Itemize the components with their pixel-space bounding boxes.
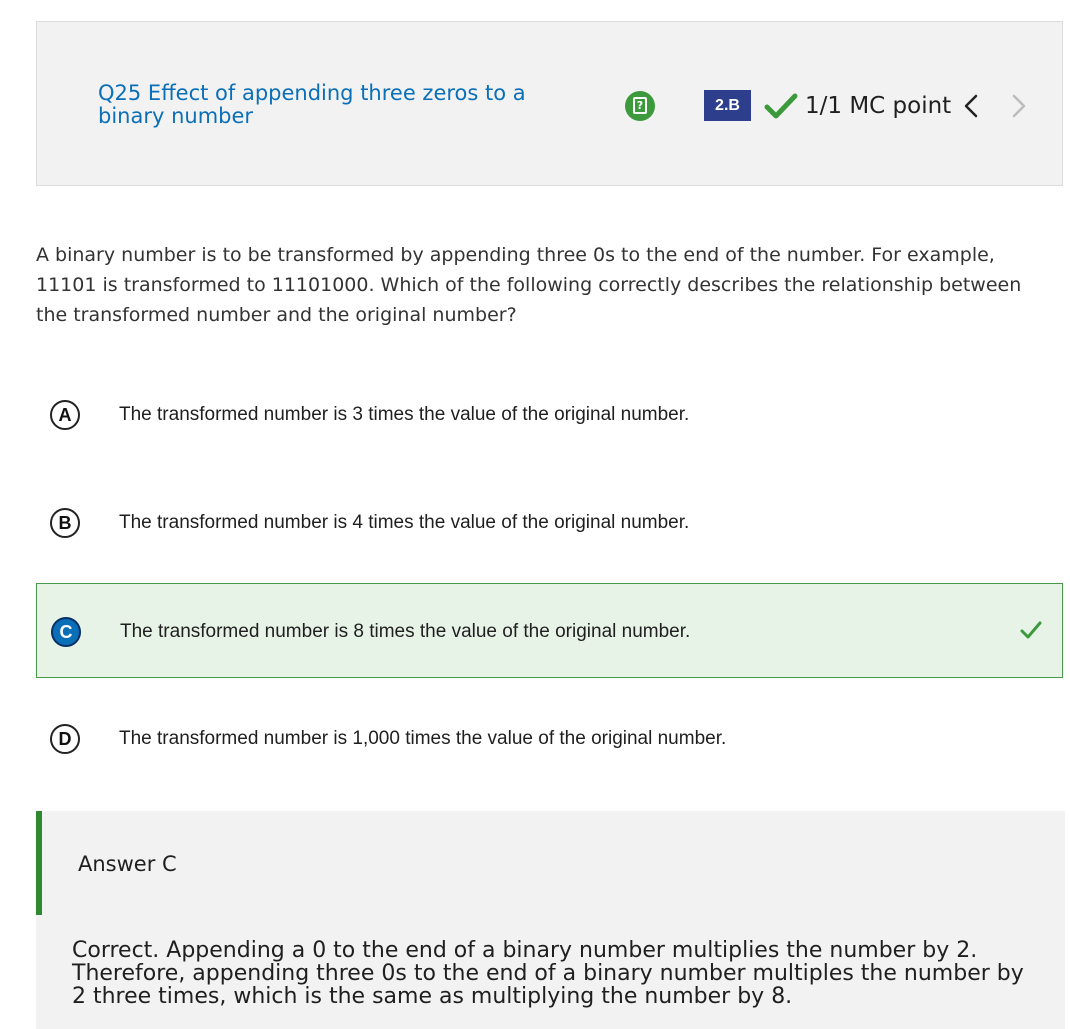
- explanation-text: Correct. Appending a 0 to the end of a b…: [72, 938, 1024, 1009]
- answer-label: Answer C: [78, 852, 177, 876]
- question-title: Q25 Effect of appending three zeros to a…: [98, 81, 526, 128]
- question-stem: A binary number is to be transformed by …: [36, 244, 1022, 326]
- choice-c[interactable]: C The transformed number is 8 times the …: [36, 583, 1063, 678]
- choice-letter: C: [51, 617, 81, 647]
- choice-b[interactable]: B The transformed number is 4 times the …: [36, 475, 1063, 570]
- choice-text: The transformed number is 4 times the va…: [119, 512, 690, 533]
- choice-letter: D: [50, 724, 80, 754]
- choice-text: The transformed number is 1,000 times th…: [119, 728, 727, 749]
- score-text: 1/1 MC point: [805, 93, 952, 119]
- choice-a[interactable]: A The transformed number is 3 times the …: [36, 367, 1063, 462]
- choice-letter: A: [50, 400, 80, 430]
- choice-letter: B: [50, 508, 80, 538]
- skill-badge: 2.B: [704, 90, 751, 121]
- answer-explanation-panel: Answer C Correct. Appending a 0 to the e…: [36, 811, 1065, 1029]
- correct-check-icon: [1020, 621, 1042, 639]
- next-question-icon[interactable]: [1009, 92, 1029, 120]
- help-note-icon[interactable]: ?: [625, 91, 655, 121]
- check-icon: [764, 93, 798, 119]
- choice-text: The transformed number is 3 times the va…: [119, 404, 690, 425]
- choice-d[interactable]: D The transformed number is 1,000 times …: [36, 691, 1063, 786]
- previous-question-icon[interactable]: [961, 92, 981, 120]
- choice-text: The transformed number is 8 times the va…: [120, 621, 691, 642]
- answer-accent-bar: [36, 811, 42, 915]
- question-header: Q25 Effect of appending three zeros to a…: [36, 21, 1063, 186]
